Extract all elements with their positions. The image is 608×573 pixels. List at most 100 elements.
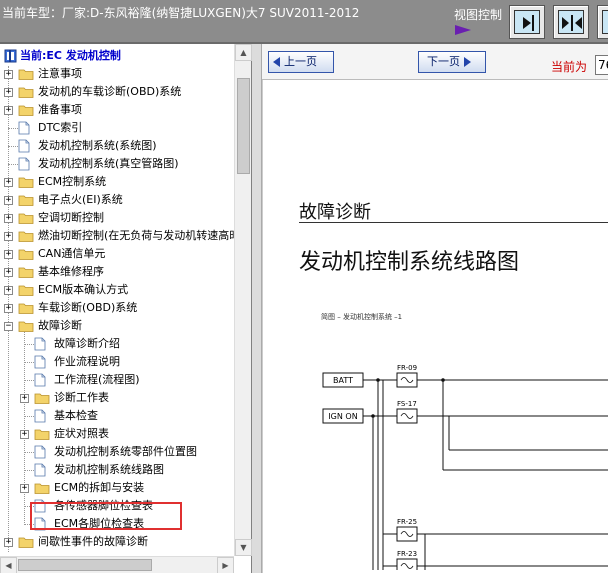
- tree-root-label: 当前:EC 发动机控制: [20, 49, 121, 62]
- tree-doc-item[interactable]: DTC索引: [0, 119, 234, 137]
- tree-folder-item[interactable]: + 间歇性事件的故障诊断: [0, 533, 234, 551]
- folder-icon: [18, 231, 34, 242]
- folder-icon: [18, 87, 34, 98]
- tree-connector: [24, 362, 34, 363]
- expand-icon[interactable]: +: [4, 106, 13, 115]
- tree-doc-item[interactable]: 发动机控制系统线路图: [0, 461, 234, 479]
- expand-icon[interactable]: +: [4, 196, 13, 205]
- expand-icon[interactable]: +: [4, 214, 13, 223]
- tree-doc-item[interactable]: 基本检查: [0, 407, 234, 425]
- folder-icon: [18, 321, 34, 332]
- tree-folder-item[interactable]: + 准备事项: [0, 101, 234, 119]
- tree-item-label: 作业流程说明: [54, 355, 120, 368]
- tree-doc-item[interactable]: 发动机控制系统(系统图): [0, 137, 234, 155]
- fs17-label: FS-17: [397, 400, 417, 408]
- tree-folder-item[interactable]: + ECM版本确认方式: [0, 281, 234, 299]
- document-icon: [18, 121, 30, 135]
- tree-item-label: 电子点火(EI)系统: [38, 193, 123, 206]
- panel-splitter[interactable]: [252, 44, 262, 573]
- tree-folder-item[interactable]: + ECM控制系统: [0, 173, 234, 191]
- tree-folder-item[interactable]: + 燃油切断控制(在无负荷与发动机转速高时): [0, 227, 234, 245]
- tree-doc-item[interactable]: 作业流程说明: [0, 353, 234, 371]
- tree-folder-item[interactable]: + 空调切断控制: [0, 209, 234, 227]
- tree-folder-item[interactable]: + ECM的拆卸与安装: [0, 479, 234, 497]
- tree-item-label: 间歇性事件的故障诊断: [38, 535, 148, 548]
- tree-folder-item[interactable]: + 车载诊断(OBD)系统: [0, 299, 234, 317]
- fr25-label: FR-25: [397, 518, 417, 526]
- view-button-split[interactable]: [553, 5, 589, 39]
- top-toolbar: 当前车型：厂家:D-东风裕隆(纳智捷LUXGEN)大7 SUV2011-2012…: [0, 0, 608, 42]
- tree-item-label: 注意事项: [38, 67, 82, 80]
- show-left-panel-icon: [602, 10, 608, 34]
- folder-icon: [18, 303, 34, 314]
- fr09-label: FR-09: [397, 364, 417, 372]
- document-icon: [34, 445, 46, 459]
- split-view-icon: [558, 10, 584, 34]
- tree-folder-item[interactable]: + 电子点火(EI)系统: [0, 191, 234, 209]
- expand-icon[interactable]: +: [4, 178, 13, 187]
- view-control-arrow-icon: [455, 25, 471, 35]
- expand-icon[interactable]: +: [4, 304, 13, 313]
- expand-icon[interactable]: +: [20, 394, 29, 403]
- current-page-input[interactable]: 76: [595, 55, 608, 75]
- tree-folder-item[interactable]: + 注意事项: [0, 65, 234, 83]
- tree-folder-item[interactable]: − 故障诊断: [0, 317, 234, 335]
- folder-icon: [18, 249, 34, 260]
- scroll-right-button[interactable]: ▶: [217, 557, 234, 573]
- document-icon: [34, 373, 46, 387]
- tree-item-label: 基本检查: [54, 409, 98, 422]
- tree-doc-item[interactable]: 工作流程(流程图): [0, 371, 234, 389]
- tree-item-label: 燃油切断控制(在无负荷与发动机转速高时): [38, 229, 234, 242]
- scroll-up-button[interactable]: ▲: [235, 44, 252, 61]
- tree-doc-item[interactable]: 发动机控制系统零部件位置图: [0, 443, 234, 461]
- tree-item-label: 发动机控制系统零部件位置图: [54, 445, 197, 458]
- view-control-label: 视图控制: [454, 8, 503, 22]
- expand-icon[interactable]: +: [20, 430, 29, 439]
- tree-connector: [24, 344, 34, 345]
- document-icon: [34, 355, 46, 369]
- tree-item-label: 发动机控制系统(系统图): [38, 139, 157, 152]
- batt-label: BATT: [333, 376, 353, 385]
- tree-item-label: ECM的拆卸与安装: [54, 481, 145, 494]
- tree-vertical-scrollbar[interactable]: ▲ ▼: [234, 44, 252, 556]
- expand-icon[interactable]: +: [4, 286, 13, 295]
- tree-doc-item[interactable]: 故障诊断介绍: [0, 335, 234, 353]
- expand-icon[interactable]: +: [20, 484, 29, 493]
- folder-icon: [18, 177, 34, 188]
- folder-icon: [34, 483, 50, 494]
- view-button-right-panel[interactable]: [509, 5, 545, 39]
- collapse-icon[interactable]: −: [4, 322, 13, 331]
- expand-icon[interactable]: +: [4, 538, 13, 547]
- tree-item-label: ECM版本确认方式: [38, 283, 129, 296]
- selected-item-highlight: [30, 502, 182, 530]
- tree-item-label: 空调切断控制: [38, 211, 104, 224]
- tree-horizontal-scrollbar[interactable]: ◀ ▶: [0, 556, 234, 573]
- prev-page-label: 上一页: [284, 55, 317, 68]
- scroll-thumb[interactable]: [237, 78, 250, 174]
- tree-item-label: 发动机控制系统(真空管路图): [38, 157, 179, 170]
- expand-icon[interactable]: +: [4, 70, 13, 79]
- tree-folder-item[interactable]: + 基本维修程序: [0, 263, 234, 281]
- tree-root[interactable]: 当前:EC 发动机控制: [4, 47, 121, 65]
- scroll-left-button[interactable]: ◀: [0, 557, 17, 573]
- scroll-down-button[interactable]: ▼: [235, 539, 252, 556]
- tree-folder-item[interactable]: + 诊断工作表: [0, 389, 234, 407]
- folder-icon: [18, 285, 34, 296]
- expand-icon[interactable]: +: [4, 88, 13, 97]
- tree-folder-item[interactable]: + CAN通信单元: [0, 245, 234, 263]
- tree-doc-item[interactable]: 发动机控制系统(真空管路图): [0, 155, 234, 173]
- tree-folder-item[interactable]: + 发动机的车载诊断(OBD)系统: [0, 83, 234, 101]
- view-button-left-panel[interactable]: [597, 5, 608, 39]
- tree-content: 当前:EC 发动机控制 + 注意事项 + 发动机的车载诊断(OBD)系统 + 准备事…: [0, 44, 234, 556]
- diagram-caption: 简图 – 发动机控制系统 –1: [321, 313, 403, 321]
- document-icon: [34, 409, 46, 423]
- next-page-button[interactable]: 下一页: [418, 51, 486, 73]
- horizontal-scroll-thumb[interactable]: [18, 559, 152, 571]
- folder-icon: [18, 267, 34, 278]
- expand-icon[interactable]: +: [4, 250, 13, 259]
- folder-icon: [18, 105, 34, 116]
- expand-icon[interactable]: +: [4, 232, 13, 241]
- tree-folder-item[interactable]: + 症状对照表: [0, 425, 234, 443]
- expand-icon[interactable]: +: [4, 268, 13, 277]
- prev-page-button[interactable]: 上一页: [268, 51, 334, 73]
